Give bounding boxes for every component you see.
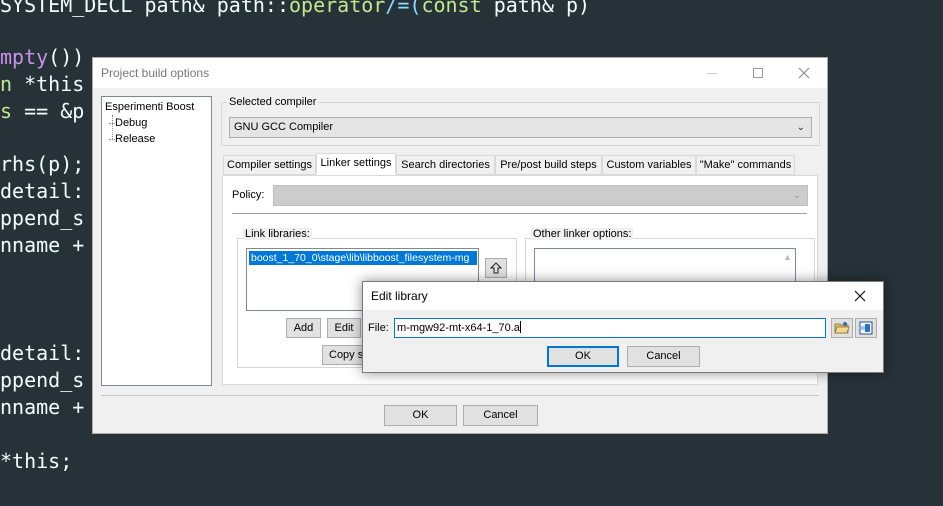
file-label: File: [368,322,389,334]
code-token: *this [0,449,61,473]
maximize-icon[interactable] [735,58,781,88]
code-line: SYSTEM_DECL path& path::operator/=(const… [0,0,590,18]
arrow-up-icon [490,262,502,274]
separator [232,213,807,214]
compiler-select[interactable]: GNU GCC Compiler ⌄ [229,117,812,138]
browse-file-button[interactable] [831,318,853,338]
code-line: nname + [0,394,84,420]
title-bar: Project build options [93,58,827,88]
open-folder-icon [834,322,850,334]
file-path-value: m-mgw92-mt-x64-1_70.a [397,322,520,334]
project-build-options-dialog: Project build options Esperimenti Boost … [92,57,828,434]
scroll-up-icon[interactable]: ▲ [783,252,792,262]
separator [101,395,819,396]
code-token: ; [60,449,73,473]
code-token: *this [24,72,85,96]
policy-label: Policy: [232,189,265,201]
add-library-button[interactable]: Add [286,318,321,338]
dialog-title: Edit library [371,289,428,303]
tab-linker-settings[interactable]: Linker settings [316,153,396,175]
code-line: detail: [0,340,84,366]
other-linker-options-label: Other linker options: [531,228,634,240]
other-option-button[interactable] [855,318,877,338]
chevron-down-icon: ⌄ [792,190,801,201]
policy-select[interactable]: ⌄ [273,185,808,206]
close-icon[interactable] [837,282,883,310]
code-token: rhs(p); [0,152,85,176]
code-line: *this; [0,448,72,474]
code-line: rhs(p); [0,151,84,177]
code-token: nname + [0,233,85,257]
code-token: mpty [0,45,49,69]
code-token: ppend_s [0,206,85,230]
close-icon[interactable] [781,58,827,88]
code-line: s == &p [0,98,84,124]
code-line: n *this [0,71,84,97]
ok-button[interactable]: OK [547,346,619,367]
list-item[interactable]: boost_1_70_0\stage\lib\libboost_filesyst… [248,250,478,266]
tab-pre-post-build-steps[interactable]: Pre/post build steps [495,155,602,175]
tab-make-commands[interactable]: "Make" commands [696,155,795,175]
code-line: ppend_s [0,205,84,231]
code-line: nname + [0,232,84,258]
compiler-select-value: GNU GCC Compiler [234,121,334,133]
code-token: ppend_s [0,368,85,392]
code-token: /=( [385,0,422,17]
code-token: detail: [0,179,85,203]
tab-custom-variables[interactable]: Custom variables [602,155,696,175]
edit-library-button[interactable]: Edit [327,318,361,338]
code-token: s [0,99,25,123]
code-token: operator [288,0,386,17]
move-up-button[interactable] [485,258,507,278]
code-token: ()) [48,45,85,69]
tree-item-debug[interactable]: Debug [105,115,208,131]
selected-compiler-label: Selected compiler [227,96,319,108]
code-token: n [0,72,25,96]
ok-button[interactable]: OK [384,405,457,426]
tree-item-release[interactable]: Release [105,131,208,147]
code-token: == &p [24,99,85,123]
code-token: path& p) [481,0,591,17]
cancel-button[interactable]: Cancel [463,405,538,426]
code-line: ppend_s [0,367,84,393]
edit-library-dialog: Edit library File: m-mgw92-mt-x64-1_70.a… [362,281,884,373]
code-line: mpty()) [0,44,84,70]
build-target-tree[interactable]: Esperimenti Boost Debug Release [101,96,212,386]
variable-icon [859,321,873,335]
file-path-input[interactable]: m-mgw92-mt-x64-1_70.a [394,318,826,338]
code-line: detail: [0,178,84,204]
code-token: const [421,0,482,17]
title-bar: Edit library [363,282,883,310]
minimize-icon[interactable] [689,58,735,88]
tree-item-project[interactable]: Esperimenti Boost [105,99,208,115]
link-libraries-label: Link libraries: [243,228,312,240]
code-token: nname + [0,395,85,419]
text-caret [519,321,521,333]
tab-compiler-settings[interactable]: Compiler settings [223,155,316,175]
code-token: detail: [0,341,85,365]
tab-search-directories[interactable]: Search directories [396,155,495,175]
code-token: SYSTEM_DECL path& path:: [0,0,289,17]
dialog-title: Project build options [101,66,210,80]
chevron-down-icon: ⌄ [796,122,805,133]
cancel-button[interactable]: Cancel [627,346,700,367]
